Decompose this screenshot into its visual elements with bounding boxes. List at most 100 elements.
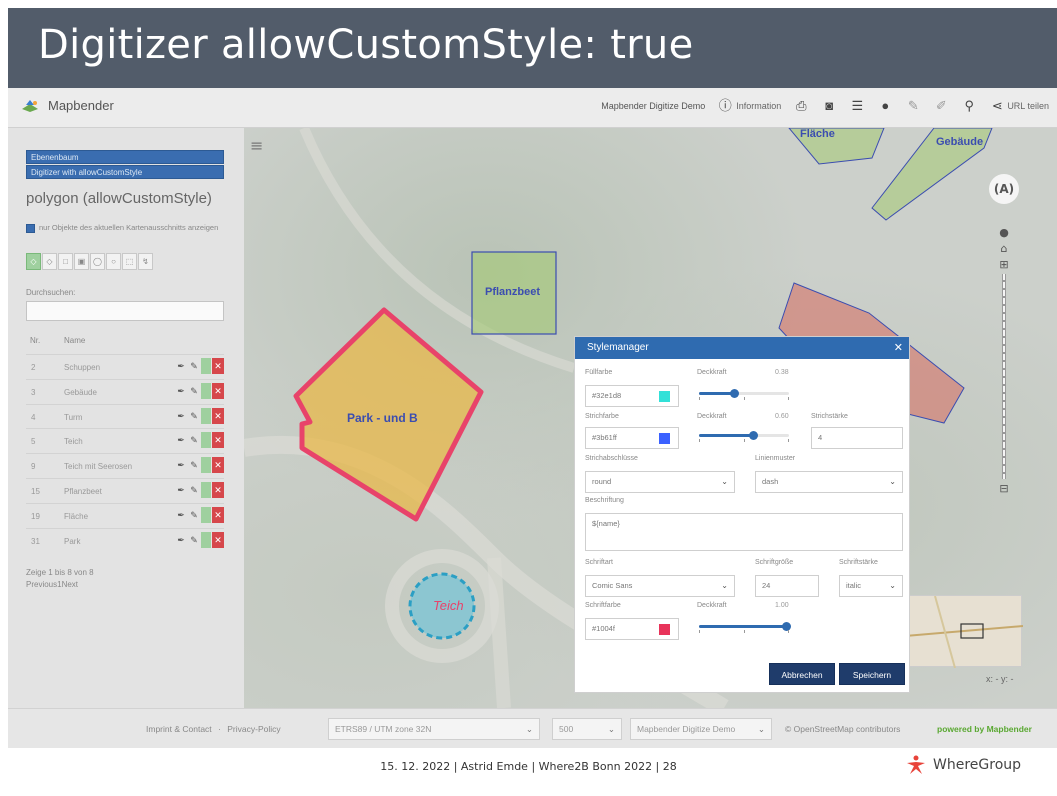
- style-icon[interactable]: ✒: [175, 482, 187, 498]
- table-row[interactable]: 31 Park ✒ ✎ ✕: [26, 527, 224, 553]
- scale-select[interactable]: 500 ⌄: [552, 718, 622, 740]
- move-button[interactable]: ↯: [138, 253, 153, 270]
- flaeche-label: Fläche: [800, 128, 835, 140]
- app-logo[interactable]: Mapbender: [20, 98, 114, 113]
- share-button[interactable]: ⋖ URL teilen: [989, 98, 1049, 114]
- zoom-slider[interactable]: [1002, 274, 1006, 479]
- linecap-select[interactable]: round ⌄: [585, 471, 735, 493]
- font-size-input[interactable]: 24: [755, 575, 819, 597]
- information-button[interactable]: ⓘ Information: [717, 98, 782, 114]
- table-row[interactable]: 19 Fläche ✒ ✎ ✕: [26, 502, 224, 528]
- zoom-in-icon[interactable]: ⊞: [999, 258, 1008, 271]
- delete-icon[interactable]: ✕: [212, 531, 224, 548]
- edit-icon[interactable]: ✎: [188, 408, 200, 424]
- table-row[interactable]: 3 Gebäude ✒ ✎ ✕: [26, 378, 224, 404]
- visibility-toggle[interactable]: [201, 481, 211, 498]
- hamburger-menu-icon[interactable]: ≡: [250, 136, 263, 155]
- visibility-toggle[interactable]: [201, 506, 211, 523]
- stroke-width-input[interactable]: 4: [811, 427, 903, 449]
- draw-ellipse-button[interactable]: ◯: [90, 253, 105, 270]
- style-icon[interactable]: ✒: [175, 457, 187, 473]
- table-row[interactable]: 15 Pflanzbeet ✒ ✎ ✕: [26, 477, 224, 503]
- visibility-toggle[interactable]: [201, 531, 211, 548]
- print-icon[interactable]: ⎙: [793, 98, 809, 114]
- font-color-swatch[interactable]: [659, 624, 670, 635]
- search-input[interactable]: [26, 301, 224, 321]
- table-row[interactable]: 4 Turm ✒ ✎ ✕: [26, 403, 224, 429]
- fill-opacity-slider[interactable]: [699, 389, 789, 400]
- compass-icon[interactable]: (A): [989, 174, 1019, 204]
- visibility-toggle[interactable]: [201, 358, 211, 374]
- draw-donut-button[interactable]: ▣: [74, 253, 89, 270]
- draw-rectangle-button[interactable]: ◇: [42, 253, 57, 270]
- globe-icon[interactable]: ●: [877, 98, 893, 114]
- style-icon[interactable]: ✒: [175, 507, 187, 523]
- table-row[interactable]: 2 Schuppen ✒ ✎ ✕: [26, 354, 224, 379]
- stroke-color-swatch[interactable]: [659, 433, 670, 444]
- draw-polygon-button[interactable]: ◇: [26, 253, 41, 270]
- visibility-toggle[interactable]: [201, 432, 211, 449]
- home-icon[interactable]: ⌂: [1001, 242, 1008, 255]
- delete-icon[interactable]: ✕: [212, 432, 224, 449]
- feature-table: 2 Schuppen ✒ ✎ ✕ 3 Gebäude ✒ ✎ ✕ 4 Turm …: [26, 354, 224, 552]
- delete-icon[interactable]: ✕: [212, 457, 224, 474]
- edit-icon[interactable]: ✎: [188, 457, 200, 473]
- visibility-toggle[interactable]: [201, 382, 211, 399]
- table-row[interactable]: 9 Teich mit Seerosen ✒ ✎ ✕: [26, 453, 224, 478]
- globe-icon[interactable]: ●: [999, 226, 1009, 239]
- measure-area-icon[interactable]: ✐: [933, 98, 949, 114]
- modify-button[interactable]: ⬚: [122, 253, 137, 270]
- style-icon[interactable]: ✒: [175, 408, 187, 424]
- delete-icon[interactable]: ✕: [212, 407, 224, 424]
- mapbender-app: Mapbender Mapbender Digitize Demo ⓘ Info…: [8, 88, 1057, 748]
- privacy-link[interactable]: Privacy-Policy: [227, 724, 280, 734]
- delete-icon[interactable]: ✕: [212, 506, 224, 523]
- srs-select[interactable]: ETRS89 / UTM zone 32N ⌄: [328, 718, 540, 740]
- osm-attribution[interactable]: © OpenStreetMap contributors: [785, 724, 900, 734]
- close-icon[interactable]: ✕: [894, 337, 903, 359]
- edit-icon[interactable]: ✎: [188, 432, 200, 448]
- current-extent-checkbox[interactable]: [26, 224, 35, 233]
- edit-icon[interactable]: ✎: [188, 482, 200, 498]
- schema-select[interactable]: polygon (allowCustomStyle): [26, 190, 212, 207]
- style-icon[interactable]: ✒: [175, 358, 187, 374]
- delete-icon[interactable]: ✕: [212, 358, 224, 374]
- overview-map[interactable]: [904, 595, 1024, 669]
- visibility-toggle[interactable]: [201, 407, 211, 424]
- stroke-opacity-slider[interactable]: [699, 431, 789, 442]
- font-select[interactable]: Comic Sans ⌄: [585, 575, 735, 597]
- visibility-toggle[interactable]: [201, 457, 211, 474]
- font-opacity-slider[interactable]: [699, 622, 791, 633]
- font-weight-select[interactable]: italic ⌄: [839, 575, 903, 597]
- accordion-digitizer[interactable]: Digitizer with allowCustomStyle: [26, 165, 224, 179]
- zoom-out-icon[interactable]: ⊟: [999, 482, 1008, 495]
- column-header-nr[interactable]: Nr.: [30, 336, 40, 345]
- table-pagination[interactable]: Previous1Next: [26, 580, 78, 589]
- application-select[interactable]: Mapbender Digitize Demo ⌄: [630, 718, 772, 740]
- edit-icon[interactable]: ✎: [188, 358, 200, 374]
- label-textarea[interactable]: ${name}: [585, 513, 903, 551]
- accordion-layertree[interactable]: Ebenenbaum: [26, 150, 224, 164]
- powered-by-link[interactable]: powered by Mapbender: [937, 724, 1032, 734]
- ruler-icon[interactable]: ✎: [905, 98, 921, 114]
- fill-color-swatch[interactable]: [659, 391, 670, 402]
- list-icon[interactable]: ☰: [849, 98, 865, 114]
- edit-icon[interactable]: ✎: [188, 507, 200, 523]
- delete-icon[interactable]: ✕: [212, 382, 224, 399]
- pin-icon[interactable]: ⚲: [961, 98, 977, 114]
- imprint-link[interactable]: Imprint & Contact: [146, 724, 212, 734]
- edit-icon[interactable]: ✎: [188, 532, 200, 548]
- save-button[interactable]: Speichern: [839, 663, 905, 685]
- draw-square-button[interactable]: □: [58, 253, 73, 270]
- style-icon[interactable]: ✒: [175, 383, 187, 399]
- column-header-name[interactable]: Name: [64, 336, 85, 345]
- delete-icon[interactable]: ✕: [212, 481, 224, 498]
- style-icon[interactable]: ✒: [175, 532, 187, 548]
- edit-icon[interactable]: ✎: [188, 383, 200, 399]
- style-icon[interactable]: ✒: [175, 432, 187, 448]
- dash-select[interactable]: dash ⌄: [755, 471, 903, 493]
- cancel-button[interactable]: Abbrechen: [769, 663, 835, 685]
- camera-icon[interactable]: ◙: [821, 98, 837, 114]
- draw-circle-button[interactable]: ○: [106, 253, 121, 270]
- table-row[interactable]: 5 Teich ✒ ✎ ✕: [26, 428, 224, 453]
